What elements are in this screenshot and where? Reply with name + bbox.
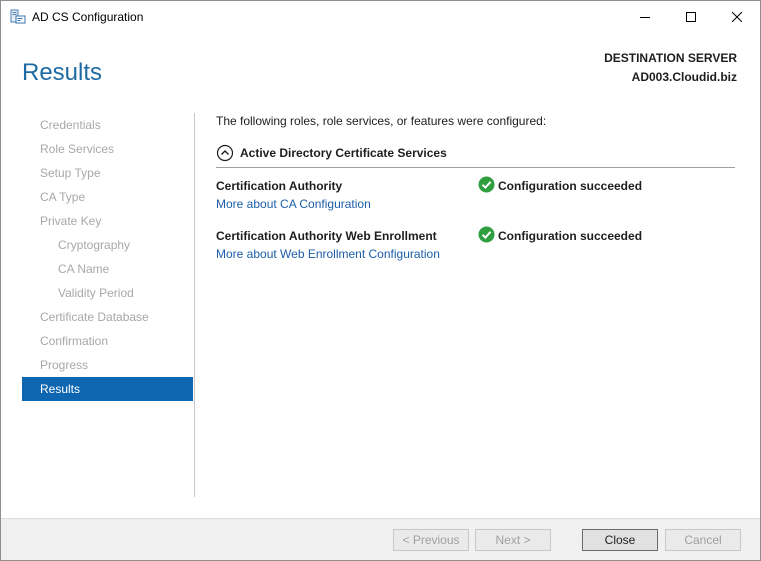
close-window-button[interactable] <box>714 1 760 33</box>
result-row: Certification Authority More about CA Co… <box>216 176 736 219</box>
result-row: Certification Authority Web Enrollment M… <box>216 226 736 269</box>
nav-item-certificate-database[interactable]: Certificate Database <box>22 305 193 329</box>
nav-item-progress[interactable]: Progress <box>22 353 193 377</box>
wizard-footer: < Previous Next > Close Cancel <box>1 518 760 560</box>
nav-item-credentials[interactable]: Credentials <box>22 113 193 137</box>
nav-item-confirmation[interactable]: Confirmation <box>22 329 193 353</box>
success-check-icon <box>478 226 495 243</box>
status-text: Configuration succeeded <box>498 179 643 193</box>
nav-item-cryptography[interactable]: Cryptography <box>22 233 193 257</box>
minimize-button[interactable] <box>622 1 668 33</box>
maximize-icon <box>686 12 696 22</box>
page-title: Results <box>22 59 103 86</box>
results-intro-text: The following roles, role services, or f… <box>216 114 547 128</box>
window-title: AD CS Configuration <box>32 10 144 24</box>
status-text: Configuration succeeded <box>498 229 643 243</box>
nav-item-results[interactable]: Results <box>22 377 193 401</box>
destination-server-label: DESTINATION SERVER <box>604 51 737 65</box>
role-name: Certification Authority Web Enrollment <box>216 229 437 243</box>
section-title: Active Directory Certificate Services <box>240 146 447 160</box>
maximize-button[interactable] <box>668 1 714 33</box>
close-button[interactable]: Close <box>582 529 658 551</box>
success-check-icon <box>478 176 495 193</box>
nav-divider <box>194 113 195 497</box>
minimize-icon <box>640 17 650 18</box>
destination-server-name: AD003.Cloudid.biz <box>631 70 737 84</box>
certificate-server-icon <box>10 9 26 25</box>
wizard-navigation: Credentials Role Services Setup Type CA … <box>22 113 193 401</box>
section-divider <box>216 167 735 168</box>
collapse-up-icon[interactable] <box>216 144 234 162</box>
nav-item-setup-type[interactable]: Setup Type <box>22 161 193 185</box>
title-bar[interactable]: AD CS Configuration <box>1 1 760 33</box>
nav-item-private-key[interactable]: Private Key <box>22 209 193 233</box>
nav-item-ca-name[interactable]: CA Name <box>22 257 193 281</box>
more-about-web-enrollment-link[interactable]: More about Web Enrollment Configuration <box>216 247 440 261</box>
nav-item-role-services[interactable]: Role Services <box>22 137 193 161</box>
cancel-button[interactable]: Cancel <box>665 529 741 551</box>
configuration-window: AD CS Configuration Results DESTINATION … <box>0 0 761 561</box>
nav-item-ca-type[interactable]: CA Type <box>22 185 193 209</box>
more-about-ca-configuration-link[interactable]: More about CA Configuration <box>216 197 371 211</box>
role-name: Certification Authority <box>216 179 343 193</box>
nav-item-validity-period[interactable]: Validity Period <box>22 281 193 305</box>
previous-button[interactable]: < Previous <box>393 529 469 551</box>
close-icon <box>732 12 742 22</box>
next-button[interactable]: Next > <box>475 529 551 551</box>
